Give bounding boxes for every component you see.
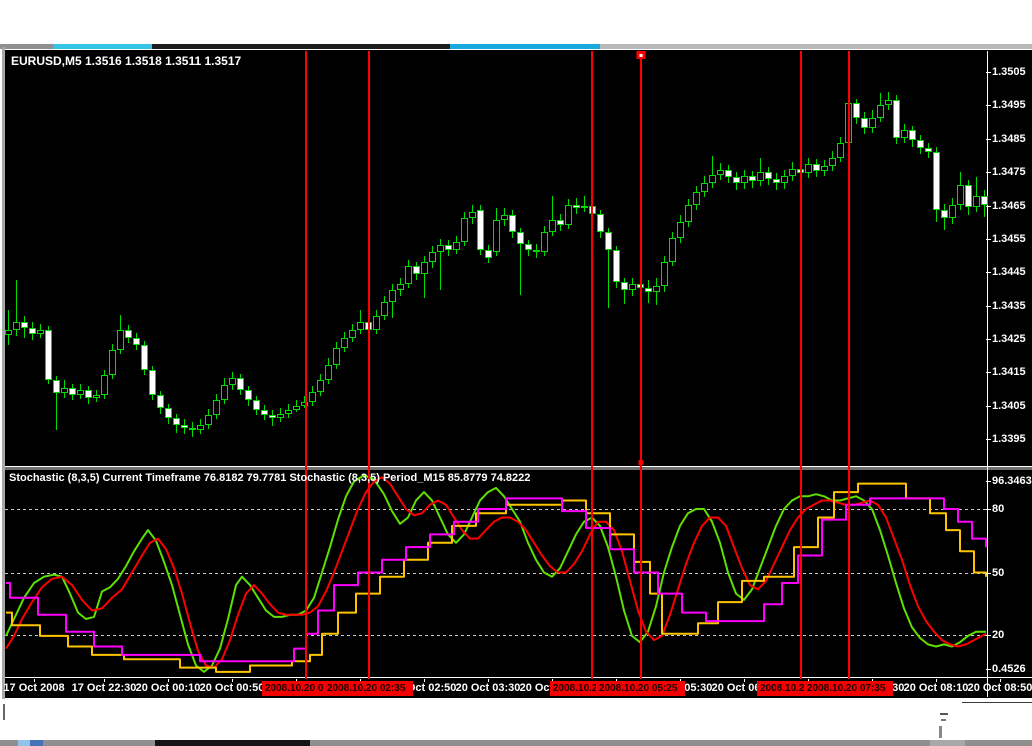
frame-segment (152, 44, 450, 49)
taskbar-edge (0, 740, 1032, 746)
time-axis-label: 20 Oct 08:50 (967, 682, 1032, 694)
frame-segment (450, 44, 600, 49)
vline-time-label: 2008.10.20 01 (262, 681, 327, 696)
pane-splitter-groove[interactable] (5, 467, 1032, 470)
price-axis-tick (986, 406, 991, 407)
chart-title: EURUSD,M5 1.3516 1.3518 1.3511 1.3517 (11, 54, 242, 68)
indicator-axis-tick (986, 509, 991, 510)
price-axis-label: 1.3445 (992, 266, 1026, 278)
indicator-axis-label: 20 (992, 629, 1005, 641)
axis-separator (5, 677, 1032, 678)
indicator-axis-tick (986, 669, 991, 670)
price-axis-tick (986, 372, 991, 373)
price-axis-label: 1.3495 (992, 99, 1026, 111)
screen-artifact-mark (941, 719, 946, 721)
price-axis-tick (986, 439, 991, 440)
screen-artifact-mark (939, 726, 942, 738)
vline-time-label: 2008.10.20 07:35 (804, 681, 893, 696)
price-axis-tick (986, 139, 991, 140)
frame-segment (53, 44, 152, 49)
metatrader-chart-window: EURUSD,M5 1.3516 1.3518 1.3511 1.3517 St… (0, 0, 1032, 746)
price-axis-label: 1.3435 (992, 300, 1026, 312)
screen-artifact-line (962, 702, 1032, 703)
chart-background (5, 50, 1032, 698)
price-axis-tick (986, 272, 991, 273)
price-axis-label: 1.3405 (992, 400, 1026, 412)
price-axis-label: 1.3415 (992, 366, 1026, 378)
price-axis-label: 1.3475 (992, 166, 1026, 178)
indicator-axis-tick (986, 573, 991, 574)
price-axis-label: 1.3425 (992, 333, 1026, 345)
taskbar-segment (30, 740, 43, 746)
taskbar-segment (155, 740, 310, 746)
indicator-title: Stochastic (8,3,5) Current Timeframe 76.… (9, 472, 531, 484)
indicator-axis-label: 50 (992, 567, 1005, 579)
price-axis-label: 1.3505 (992, 66, 1026, 78)
price-axis-label: 1.3465 (992, 200, 1026, 212)
price-axis-label: 1.3455 (992, 233, 1026, 245)
frame-segment (600, 44, 1032, 49)
indicator-axis-label: 0.4526 (992, 663, 1026, 675)
price-axis-tick (986, 172, 991, 173)
price-axis-tick (986, 339, 991, 340)
time-axis-label: 20 Oct 08:10 (903, 682, 969, 694)
taskbar-segment (930, 740, 965, 746)
frame-segment (0, 44, 53, 49)
time-axis-label: 17 Oct 22:30 (71, 682, 137, 694)
price-axis-tick (986, 72, 991, 73)
taskbar-segment (18, 740, 30, 746)
price-axis-tick (986, 206, 991, 207)
time-axis-label: 17 Oct 2008 (3, 682, 65, 694)
indicator-axis-label: 96.3463 (992, 475, 1032, 487)
price-axis-tick (986, 105, 991, 106)
price-axis-tick (986, 306, 991, 307)
time-axis-label: 20 Oct 03:30 (455, 682, 521, 694)
window-top-frame (0, 44, 1032, 49)
price-axis-tick (986, 239, 991, 240)
price-axis-label: 1.3485 (992, 133, 1026, 145)
time-axis-label: 20 Oct 00:10 (135, 682, 201, 694)
indicator-axis-label: 80 (992, 503, 1005, 515)
price-axis-border (987, 51, 988, 697)
vline-time-label: 2008.10.20 05:25 (596, 681, 685, 696)
indicator-axis-tick (986, 481, 991, 482)
indicator-axis-tick (986, 635, 991, 636)
time-axis-label: 20 Oct 00:50 (199, 682, 265, 694)
vline-time-label: 2008.10.20 02:35 (324, 681, 413, 696)
price-axis-label: 1.3395 (992, 433, 1026, 445)
screen-artifact-mark (3, 704, 5, 720)
screen-artifact-mark (940, 713, 948, 715)
